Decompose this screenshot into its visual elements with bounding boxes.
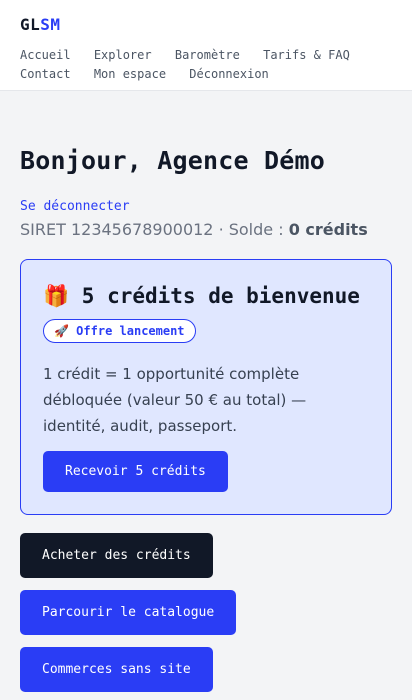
nav-barometre[interactable]: Baromètre: [175, 46, 240, 65]
logo[interactable]: GLSM: [20, 15, 392, 34]
welcome-description: 1 crédit = 1 opportunité complète débloq…: [43, 365, 307, 435]
logo-part-1: GL: [20, 15, 41, 34]
nav-explorer[interactable]: Explorer: [94, 46, 152, 65]
nav-mon-espace[interactable]: Mon espace: [94, 65, 166, 84]
welcome-title: 🎁 5 crédits de bienvenue: [43, 284, 360, 308]
welcome-card: 🎁 5 crédits de bienvenue 🚀 Offre lanceme…: [20, 259, 392, 515]
nav-tarifs-faq[interactable]: Tarifs & FAQ: [263, 46, 350, 65]
browse-catalog-button[interactable]: Parcourir le catalogue: [20, 590, 237, 635]
launch-offer-badge: 🚀 Offre lancement: [43, 319, 196, 343]
nav-deconnexion[interactable]: Déconnexion: [189, 65, 268, 84]
claim-credits-button[interactable]: Recevoir 5 crédits: [43, 451, 228, 492]
main-content: Bonjour, Agence Démo Se déconnecter SIRE…: [0, 146, 412, 692]
siret-line: SIRET 12345678900012 · Solde :: [20, 220, 289, 239]
nav-accueil[interactable]: Accueil: [20, 46, 71, 65]
account-meta: SIRET 12345678900012 · Solde : 0 crédits: [20, 220, 392, 239]
site-header: GLSM Accueil Explorer Baromètre Tarifs &…: [0, 0, 412, 91]
page-title: Bonjour, Agence Démo: [20, 146, 326, 175]
logo-part-2: SM: [40, 15, 61, 34]
credit-balance: 0 crédits: [288, 220, 368, 239]
shops-without-site-button[interactable]: Commerces sans site: [20, 647, 213, 692]
main-nav: Accueil Explorer Baromètre Tarifs & FAQ …: [20, 46, 392, 84]
buy-credits-button[interactable]: Acheter des crédits: [20, 533, 213, 578]
logout-link[interactable]: Se déconnecter: [20, 199, 392, 214]
action-buttons: Acheter des crédits Parcourir le catalog…: [20, 533, 392, 692]
nav-contact[interactable]: Contact: [20, 65, 71, 84]
